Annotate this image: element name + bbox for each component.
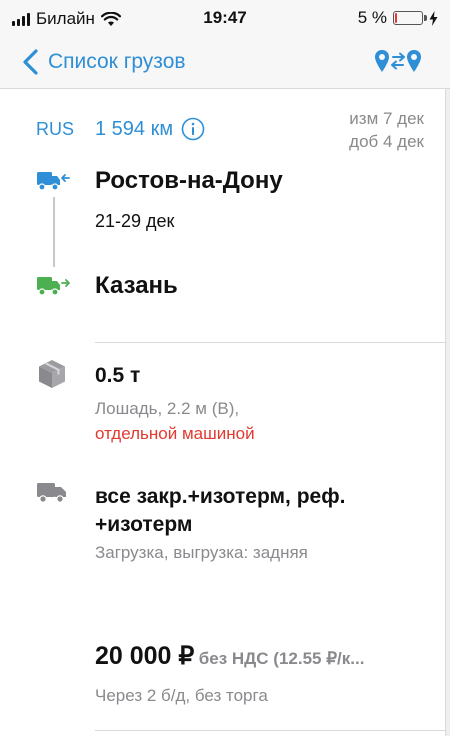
origin-city: Ростов-на-Дону (95, 167, 283, 194)
price: 20 000 ₽ (95, 642, 195, 670)
battery-icon (393, 11, 427, 25)
cargo-weight: 0.5 т (95, 364, 141, 387)
loading-truck-icon (37, 172, 70, 191)
loading-type: Загрузка, выгрузка: задняя (95, 543, 308, 562)
destination-city: Казань (95, 272, 178, 299)
route-line (53, 197, 55, 267)
body-type: все закр.+изотерм, реф. +изотерм (95, 485, 346, 536)
truck-body-icon (37, 483, 66, 503)
divider (95, 342, 446, 343)
price-note: без НДС (12.55 ₽/к... (198, 649, 365, 668)
cargo-dates: изм 7 дек доб 4 дек (349, 107, 424, 153)
cargo-box-icon (39, 360, 65, 388)
distance: 1 594 км (95, 117, 205, 141)
changed-date: изм 7 дек (349, 109, 424, 128)
chevron-left-icon (23, 49, 38, 75)
info-icon[interactable] (181, 117, 205, 141)
price-row: 20 000 ₽ без НДС (12.55 ₽/к... (95, 641, 430, 671)
battery-fill (395, 13, 397, 23)
status-bar: Билайн 19:47 5 % (0, 0, 450, 36)
loading-date-range: 21-29 дек (95, 211, 175, 231)
navigation-bar: Список грузов (0, 36, 450, 89)
transport-mode: отдельной машиной (95, 424, 255, 443)
added-date: доб 4 дек (349, 132, 424, 151)
distance-value: 1 594 км (95, 117, 174, 140)
charging-bolt-icon (429, 10, 438, 26)
back-button[interactable]: Список грузов (20, 48, 186, 76)
cargo-details: RUS 1 594 км изм 7 дек доб 4 дек Ростов-… (0, 89, 446, 736)
payment-terms: Через 2 б/д, без торга (95, 686, 268, 705)
cargo-description: Лошадь, 2.2 м (В), (95, 399, 240, 418)
back-button-label: Список грузов (48, 50, 186, 73)
status-right: 5 % (358, 8, 438, 28)
battery-percent: 5 % (357, 8, 387, 27)
unloading-truck-icon (37, 277, 70, 296)
route-map-pins-icon[interactable] (374, 48, 430, 76)
divider (95, 730, 446, 731)
country-code: RUS (36, 119, 75, 139)
